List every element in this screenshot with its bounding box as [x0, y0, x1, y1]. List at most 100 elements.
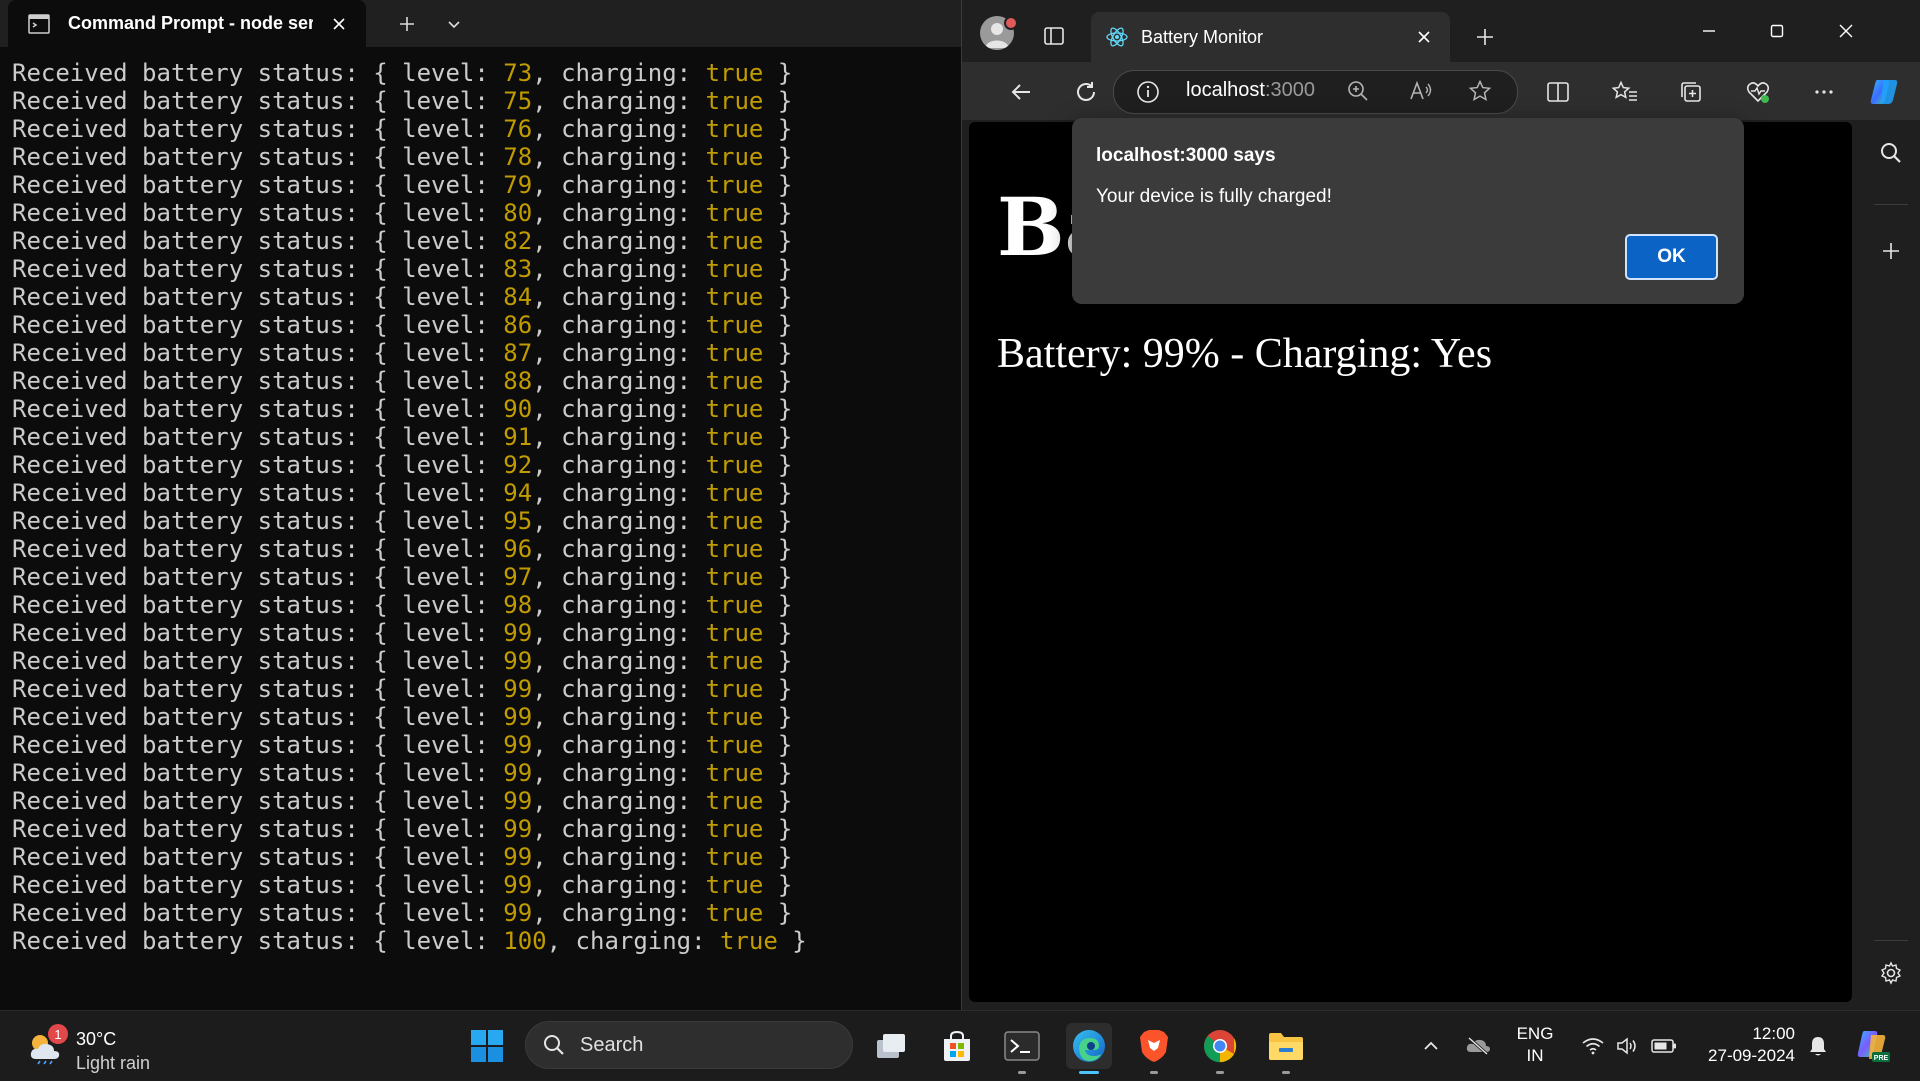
search-icon[interactable]: [1874, 136, 1908, 170]
terminal-line-mid: , charging:: [532, 311, 706, 339]
terminal-line: Received battery status: { level: 79, ch…: [12, 171, 952, 199]
battery-level-value: 99: [503, 703, 533, 731]
browser-tab-battery-monitor[interactable]: Battery Monitor: [1091, 12, 1450, 62]
chevron-down-icon[interactable]: [438, 8, 470, 40]
onedrive-offline-icon[interactable]: [1463, 1011, 1493, 1081]
charging-value: true: [705, 871, 764, 899]
battery-level-value: 73: [503, 59, 533, 87]
clock-time: 12:00: [1752, 1024, 1795, 1043]
new-tab-button[interactable]: [1470, 22, 1500, 52]
terminal-line: Received battery status: { level: 99, ch…: [12, 731, 952, 759]
more-options-icon[interactable]: [1807, 75, 1841, 109]
taskbar-search[interactable]: Search: [525, 1021, 853, 1069]
weather-widget[interactable]: 1 30°C Light rain: [28, 1021, 168, 1073]
info-icon[interactable]: [1136, 80, 1160, 104]
brave-icon[interactable]: [1131, 1023, 1177, 1074]
charging-value: true: [705, 591, 764, 619]
edge-sidebar: [1860, 122, 1920, 1010]
terminal-line-prefix: Received battery status: { level:: [12, 787, 504, 815]
back-arrow-icon[interactable]: [1004, 75, 1038, 109]
terminal-line-mid: , charging:: [532, 843, 706, 871]
battery-level-value: 78: [503, 143, 533, 171]
terminal-line: Received battery status: { level: 80, ch…: [12, 199, 952, 227]
battery-level-value: 97: [503, 563, 533, 591]
new-tab-button[interactable]: [391, 8, 423, 40]
terminal-line-prefix: Received battery status: { level:: [12, 171, 504, 199]
terminal-output[interactable]: Received battery status: { level: 73 , ch…: [12, 59, 952, 955]
terminal-line-suffix: }: [763, 311, 793, 339]
terminal-line-suffix: }: [763, 283, 793, 311]
running-indicator: [1282, 1071, 1290, 1074]
start-button[interactable]: [464, 1023, 510, 1069]
volume-icon[interactable]: [1613, 1011, 1643, 1081]
terminal-line-mid: , charging:: [532, 759, 706, 787]
url-text[interactable]: localhost:3000: [1186, 79, 1315, 102]
terminal-line-prefix: Received battery status: { level:: [12, 927, 504, 955]
copilot-icon[interactable]: [1867, 75, 1901, 109]
terminal-line-prefix: Received battery status: { level:: [12, 255, 504, 283]
terminal-line: Received battery status: { level: 95, ch…: [12, 507, 952, 535]
tab-actions-icon[interactable]: [1040, 22, 1068, 50]
edge-icon[interactable]: [1066, 1023, 1112, 1074]
battery-level-value: 92: [503, 451, 533, 479]
chrome-icon[interactable]: [1197, 1023, 1243, 1074]
taskbar: 1 30°C Light rain Search ENG IN 12:00 27…: [0, 1010, 1920, 1081]
notification-dot: [1004, 16, 1018, 30]
task-view-icon[interactable]: [868, 1023, 914, 1069]
address-bar[interactable]: localhost:3000: [1113, 70, 1518, 114]
charging-value: true: [705, 731, 764, 759]
search-icon: [542, 1033, 566, 1057]
terminal-line-prefix: Received battery status: { level:: [12, 507, 504, 535]
close-tab-icon[interactable]: [1411, 24, 1437, 50]
clock[interactable]: 12:00 27-09-2024: [1695, 1023, 1795, 1067]
terminal-line-suffix: }: [763, 339, 793, 367]
split-screen-icon[interactable]: [1541, 75, 1575, 109]
terminal-icon[interactable]: [999, 1023, 1045, 1074]
favorites-icon[interactable]: [1608, 75, 1642, 109]
ok-button[interactable]: OK: [1625, 234, 1718, 280]
active-indicator: [1079, 1071, 1099, 1074]
battery-level-value: 88: [503, 367, 533, 395]
battery-icon[interactable]: [1649, 1011, 1679, 1081]
terminal-line: Received battery status: { level: 99, ch…: [12, 843, 952, 871]
favorite-star-icon[interactable]: [1468, 79, 1492, 103]
charging-value: true: [705, 787, 764, 815]
zoom-icon[interactable]: [1346, 79, 1370, 103]
refresh-icon[interactable]: [1069, 75, 1103, 109]
terminal-line: Received battery status: { level: 99, ch…: [12, 703, 952, 731]
close-tab-icon[interactable]: [325, 10, 353, 38]
bell-icon[interactable]: [1803, 1011, 1833, 1081]
terminal-tab[interactable]: Command Prompt - node ser: [8, 0, 366, 47]
wifi-icon[interactable]: [1578, 1011, 1608, 1081]
terminal-line-mid: , charging:: [532, 171, 706, 199]
terminal-line-suffix: }: [763, 899, 793, 927]
terminal-tab-title: Command Prompt - node ser: [68, 13, 313, 33]
terminal-line: Received battery status: { level: 83, ch…: [12, 255, 952, 283]
show-hidden-icons-chevron[interactable]: [1416, 1011, 1446, 1081]
terminal-line-suffix: }: [763, 815, 793, 843]
add-icon[interactable]: [1874, 234, 1908, 268]
charging-value: true: [705, 367, 764, 395]
battery-level-value: 99: [503, 899, 533, 927]
gear-icon[interactable]: [1874, 956, 1908, 990]
copilot-pre-icon[interactable]: PRE: [1852, 1011, 1892, 1081]
terminal-line-prefix: Received battery status: { level:: [12, 871, 504, 899]
browser-essentials-icon[interactable]: [1741, 75, 1775, 109]
terminal-line-prefix: Received battery status: { level:: [12, 619, 504, 647]
file-explorer-icon[interactable]: [1263, 1023, 1309, 1074]
battery-level-value: 82: [503, 227, 533, 255]
charging-value: true: [705, 647, 764, 675]
close-window-button[interactable]: [1818, 10, 1874, 52]
input-language-indicator[interactable]: ENG IN: [1507, 1023, 1563, 1067]
terminal-line-suffix: }: [763, 171, 793, 199]
maximize-button[interactable]: [1749, 10, 1805, 52]
terminal-line-mid: , charging:: [532, 815, 706, 843]
terminal-titlebar: Command Prompt - node ser: [0, 0, 961, 47]
read-aloud-icon[interactable]: [1408, 79, 1434, 103]
minimize-button[interactable]: [1681, 10, 1737, 52]
battery-level-value: 99: [503, 759, 533, 787]
weather-badge: 1: [48, 1024, 68, 1044]
microsoft-store-icon[interactable]: [934, 1023, 980, 1069]
terminal-line-mid: , charging:: [532, 787, 706, 815]
collections-icon[interactable]: [1674, 75, 1708, 109]
